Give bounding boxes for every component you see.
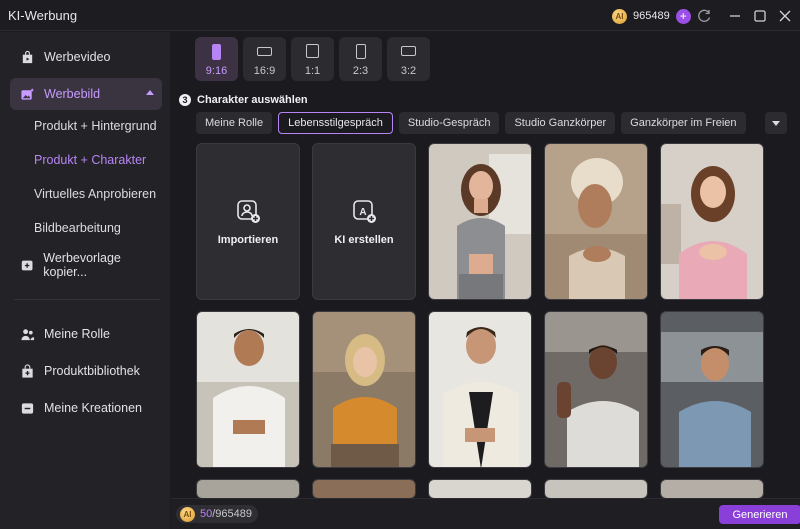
section-heading: 3 Charakter auswählen <box>179 94 308 106</box>
sidebar-subitem-produkt-charakter[interactable]: Produkt + Charakter <box>34 153 146 167</box>
footer-bar: AI 50/965489 Generieren <box>171 498 800 529</box>
credit-balance[interactable]: AI 965489 + <box>612 7 691 25</box>
title-bar: KI-Werbung AI 965489 + <box>0 0 800 31</box>
import-person-icon <box>237 199 260 223</box>
ratio-3-2-button[interactable]: 3:2 <box>387 37 430 81</box>
refresh-icon[interactable] <box>696 8 712 24</box>
character-photo <box>313 312 415 467</box>
ratio-9-16-button[interactable]: 9:16 <box>195 37 238 81</box>
credit-usage: AI 50/965489 <box>176 505 259 523</box>
import-character-card[interactable]: Importieren <box>196 143 300 300</box>
video-bag-icon <box>22 50 33 63</box>
sidebar-item-label: Werbevideo <box>44 50 111 64</box>
maximize-icon[interactable] <box>752 8 768 24</box>
creations-icon <box>21 402 34 414</box>
character-photo <box>545 144 647 299</box>
sidebar-item-label: Werbebild <box>44 87 101 101</box>
generate-button[interactable]: Generieren <box>719 505 800 524</box>
sidebar-item-werbevorlage[interactable]: Werbevorlage kopier... <box>10 249 162 281</box>
template-plus-icon <box>21 260 33 270</box>
sidebar: Werbevideo Werbebild Produkt + Hintergru… <box>0 32 170 529</box>
landscape-ratio-icon <box>257 47 272 56</box>
credit-count: 965489 <box>633 10 670 22</box>
tab-studio-gespraech[interactable]: Studio-Gespräch <box>398 112 500 134</box>
minimize-icon[interactable] <box>727 8 743 24</box>
ratio-16-9-button[interactable]: 16:9 <box>243 37 286 81</box>
square-ratio-icon <box>306 44 319 58</box>
coin-icon: AI <box>180 506 195 522</box>
character-photo <box>197 480 299 498</box>
character-card[interactable] <box>428 143 532 300</box>
character-photo <box>545 480 647 498</box>
credits-total: /965489 <box>212 508 253 520</box>
app-title: KI-Werbung <box>8 8 78 23</box>
sidebar-subitem-virtuelles-anprobieren[interactable]: Virtuelles Anprobieren <box>34 187 156 201</box>
character-card[interactable] <box>660 311 764 468</box>
image-sparkle-icon <box>21 87 35 100</box>
tab-ganzkoerper-im-freien[interactable]: Ganzkörper im Freien <box>621 112 746 134</box>
portrait-2-3-ratio-icon <box>355 44 366 59</box>
character-photo <box>545 312 647 467</box>
character-photo <box>429 144 531 299</box>
character-card[interactable] <box>660 479 764 499</box>
character-card[interactable] <box>544 311 648 468</box>
svg-text:A: A <box>359 207 366 218</box>
ratio-1-1-button[interactable]: 1:1 <box>291 37 334 81</box>
section-title: Charakter auswählen <box>197 94 308 106</box>
sidebar-item-werbevideo[interactable]: Werbevideo <box>10 41 162 73</box>
character-photo <box>661 312 763 467</box>
import-label: Importieren <box>217 233 279 246</box>
character-card[interactable] <box>544 479 648 499</box>
sidebar-subitem-produkt-hintergrund[interactable]: Produkt + Hintergrund <box>34 119 157 133</box>
people-icon <box>21 328 35 340</box>
add-credits-button[interactable]: + <box>675 8 691 24</box>
sidebar-item-meine-rolle[interactable]: Meine Rolle <box>10 318 162 350</box>
ai-create-character-card[interactable]: A KI erstellen <box>312 143 416 300</box>
character-photo <box>197 312 299 467</box>
sidebar-item-label: Werbevorlage kopier... <box>43 251 121 279</box>
main-panel: 9:16 16:9 1:1 2:3 3:2 3 Charakter auswäh… <box>171 32 800 529</box>
tab-studio-ganzkoerper[interactable]: Studio Ganzkörper <box>505 112 616 134</box>
character-photo <box>313 480 415 498</box>
sidebar-item-label: Produktbibliothek <box>44 364 140 378</box>
sidebar-divider <box>14 299 160 300</box>
character-card[interactable] <box>196 479 300 499</box>
sidebar-item-label: Meine Rolle <box>44 327 111 341</box>
close-icon[interactable] <box>777 8 793 24</box>
credits-used: 50 <box>200 508 213 520</box>
chevron-up-icon <box>146 90 154 95</box>
character-card[interactable] <box>544 143 648 300</box>
character-photo <box>429 312 531 467</box>
character-category-tabs: Meine Rolle Lebensstilgespräch Studio-Ge… <box>196 112 746 134</box>
product-bag-icon <box>22 363 33 378</box>
character-card[interactable] <box>428 311 532 468</box>
tab-lebensstilgespraech[interactable]: Lebensstilgespräch <box>278 112 393 134</box>
character-card[interactable] <box>428 479 532 499</box>
sidebar-subitem-bildbearbeitung[interactable]: Bildbearbeitung <box>34 221 121 235</box>
coin-icon: AI <box>612 8 627 24</box>
character-card[interactable] <box>312 311 416 468</box>
character-photo <box>429 480 531 498</box>
ai-create-label: KI erstellen <box>334 233 394 246</box>
sidebar-item-label: Meine Kreationen <box>44 401 142 415</box>
aspect-ratio-selector: 9:16 16:9 1:1 2:3 3:2 <box>195 37 430 81</box>
tabs-dropdown-button[interactable] <box>765 112 787 134</box>
character-card[interactable] <box>196 311 300 468</box>
ai-create-icon: A <box>353 199 376 223</box>
sidebar-item-produktbibliothek[interactable]: Produktbibliothek <box>10 355 162 387</box>
sidebar-item-werbebild[interactable]: Werbebild <box>10 78 162 110</box>
tab-meine-rolle[interactable]: Meine Rolle <box>196 112 273 134</box>
character-photo <box>661 144 763 299</box>
character-photo <box>661 480 763 498</box>
character-card[interactable] <box>660 143 764 300</box>
landscape-3-2-ratio-icon <box>401 46 416 56</box>
character-card[interactable] <box>312 479 416 499</box>
ratio-2-3-button[interactable]: 2:3 <box>339 37 382 81</box>
step-number: 3 <box>179 94 191 106</box>
portrait-ratio-icon <box>212 44 221 60</box>
sidebar-item-meine-kreationen[interactable]: Meine Kreationen <box>10 392 162 424</box>
